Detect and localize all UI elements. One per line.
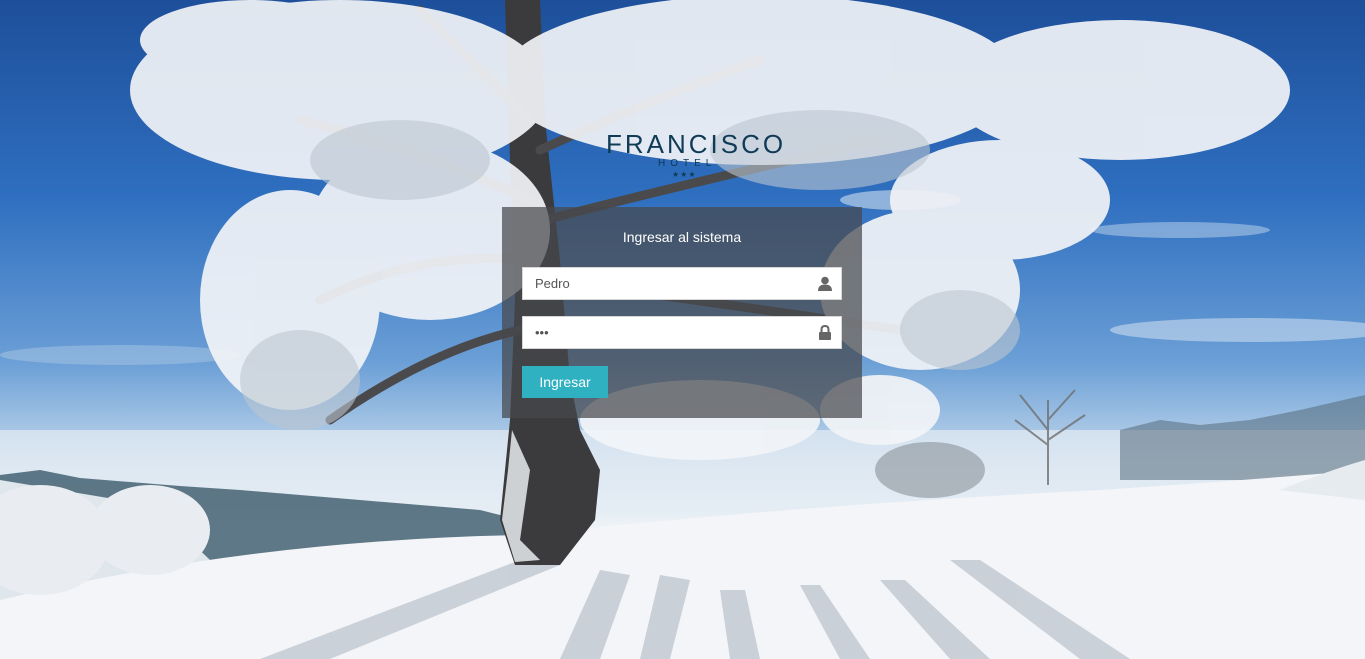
login-panel: Ingresar al sistema Ingresar: [502, 207, 862, 418]
logo-stars: ★★★: [672, 170, 697, 179]
password-input[interactable]: [523, 317, 813, 348]
lock-icon: [819, 325, 831, 340]
hotel-logo: FRANCISCO HOTEL ★★★: [600, 125, 783, 185]
username-input[interactable]: [523, 268, 813, 299]
username-field[interactable]: [522, 267, 842, 300]
login-title: Ingresar al sistema: [622, 229, 742, 245]
logo-wordmark: FRANCISCO: [606, 129, 787, 159]
logo-subtitle: HOTEL: [658, 158, 717, 169]
password-field[interactable]: [522, 316, 842, 349]
login-submit-button[interactable]: Ingresar: [522, 366, 608, 398]
user-icon: [818, 276, 832, 291]
